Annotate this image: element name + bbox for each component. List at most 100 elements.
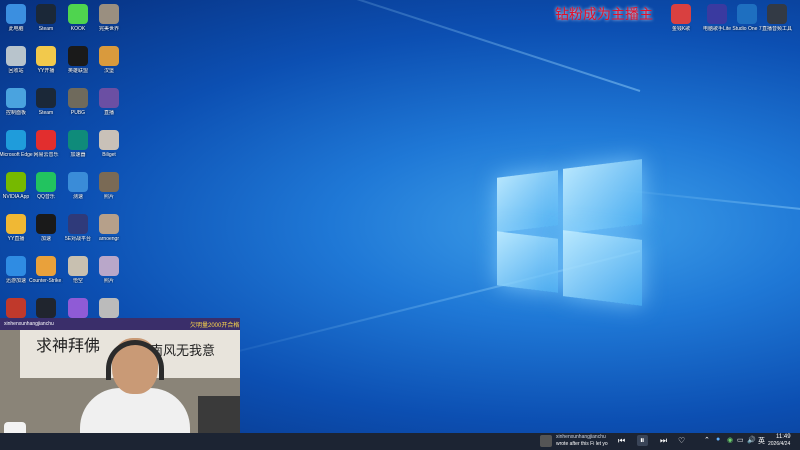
windows-logo	[497, 158, 642, 307]
webcam-caption: xinhenxunhangjianchu	[4, 321, 54, 327]
desktop-icon-7[interactable]: 汉堡	[92, 46, 126, 74]
top-right-icon-0[interactable]: 金钱K歌	[664, 4, 698, 32]
battery-icon[interactable]: ▭	[737, 436, 744, 444]
desktop-icon-21[interactable]: 加速	[29, 214, 63, 242]
desktop-icon-label: 测速	[72, 194, 83, 200]
desktop-icon-26[interactable]: 悟空	[61, 256, 95, 284]
desktop-icon-13[interactable]: 网易云音乐	[29, 130, 63, 158]
desktop-icon-15[interactable]: Biliget	[92, 130, 126, 158]
live-icon	[99, 88, 119, 108]
webcam-overlay: 求神拜佛 南风无我意	[0, 318, 240, 450]
windows-logo-pane-bl	[497, 231, 558, 293]
desktop-icon-23[interactable]: arnoengr	[92, 214, 126, 242]
top-right-icon-2[interactable]: Studio One 7	[730, 4, 764, 32]
desktop-icon-11[interactable]: 直播	[92, 88, 126, 116]
webcam-top-bar: xinhenxunhangjianchu 欠明量2000开合格	[0, 318, 240, 330]
cs2-icon	[36, 256, 56, 276]
windows-logo-pane-tr	[563, 159, 642, 234]
media-thumbnail[interactable]	[540, 435, 552, 447]
wukong-icon	[68, 256, 88, 276]
accelerator-icon	[68, 130, 88, 150]
steam-icon	[36, 88, 56, 108]
game-icon	[68, 298, 88, 318]
banner-text: 钻粉成为主播主	[555, 7, 653, 23]
desktop-icon-1[interactable]: Steam	[29, 4, 63, 32]
desktop-icon-18[interactable]: 测速	[61, 172, 95, 200]
steam-icon	[36, 4, 56, 24]
desktop-icon-label: 5E对战平台	[64, 236, 92, 242]
avatar-icon	[99, 214, 119, 234]
desktop-icon-22[interactable]: 5E对战平台	[61, 214, 95, 242]
wechat-icon[interactable]: ◉	[727, 436, 733, 444]
desktop-icon-label: PUBG	[70, 110, 86, 116]
windows-logo-pane-br	[563, 230, 642, 306]
edge-icon	[6, 130, 26, 150]
desktop-icon-label: Biliget	[102, 152, 116, 158]
league-icon	[68, 46, 88, 66]
recycle-bin-icon	[6, 46, 26, 66]
wall-calligraphy-left: 求神拜佛	[36, 336, 101, 355]
volume-icon[interactable]: 🔊	[747, 436, 756, 444]
singer-icon	[707, 4, 727, 24]
xunyou-icon	[6, 256, 26, 276]
desktop-icon-3[interactable]: 完美世界	[92, 4, 126, 32]
desktop-icon-label: 金钱K歌	[671, 26, 691, 32]
computer-icon	[6, 4, 26, 24]
clock-date[interactable]: 2026/4/24	[768, 441, 790, 447]
triangle-icon	[36, 298, 56, 318]
desktop-icon-27[interactable]: 照片	[92, 256, 126, 284]
app-icon	[99, 298, 119, 318]
desktop-icon-6[interactable]: 英雄联盟	[61, 46, 95, 74]
photo-icon	[99, 172, 119, 192]
clock-time[interactable]: 11:49	[776, 434, 791, 440]
desktop-icon-2[interactable]: KOOK	[61, 4, 95, 32]
previous-track-button[interactable]: ⏮	[618, 436, 625, 446]
heart-icon[interactable]: ♡	[678, 436, 685, 445]
next-track-button[interactable]: ⏭	[660, 436, 667, 446]
top-right-icon-1[interactable]: 电脑歌手Lite	[700, 4, 734, 32]
netease-music-icon	[36, 130, 56, 150]
windows-logo-pane-tl	[497, 170, 558, 233]
desktop-icon-19[interactable]: 照片	[92, 172, 126, 200]
chevron-up-icon[interactable]: ⌃	[704, 436, 710, 444]
media-title: xinhenxunhangjianchu	[556, 434, 606, 440]
tray-app-icon[interactable]: ●	[716, 436, 720, 443]
burger-icon	[99, 46, 119, 66]
control-panel-icon	[6, 88, 26, 108]
photo-icon	[99, 256, 119, 276]
desktop-icon-label: arnoengr	[98, 236, 119, 242]
biliget-icon	[99, 130, 119, 150]
desktop-icon-label: 汉堡	[103, 68, 114, 74]
desktop-icon-31[interactable]	[92, 298, 126, 318]
nvidia-icon	[6, 172, 26, 192]
desktop-icon-29[interactable]	[29, 298, 63, 318]
pause-button[interactable]: ⏸	[637, 435, 648, 446]
desktop-icon-label: 加速	[40, 236, 51, 242]
desktop-icon-25[interactable]: Counter-Strike 2	[29, 256, 63, 284]
desktop-icon-label: 照片	[103, 194, 114, 200]
ime-indicator[interactable]: 英	[758, 436, 765, 446]
desktop-icon-label: QQ音乐	[37, 194, 55, 200]
desktop-icon-label: 完美世界	[98, 26, 119, 32]
pubg-icon	[68, 88, 88, 108]
desktop-icon-17[interactable]: QQ音乐	[29, 172, 63, 200]
top-right-icon-3[interactable]: 直播音频工具	[760, 4, 794, 32]
desktop-icon-30[interactable]	[61, 298, 95, 318]
desktop-icon-5[interactable]: YY开播	[29, 46, 63, 74]
desktop-icon-label: 英雄联盟	[67, 68, 88, 74]
perfect-world-icon	[99, 4, 119, 24]
desktop-icon-label: Studio One 7	[732, 26, 762, 32]
app-icon	[6, 298, 26, 318]
desktop-icon-9[interactable]: Steam	[29, 88, 63, 116]
desktop-icon-label: 照片	[103, 278, 114, 284]
desktop-icon-14[interactable]: 加速器	[61, 130, 95, 158]
audio-tool-icon	[767, 4, 787, 24]
desktop-icon-10[interactable]: PUBG	[61, 88, 95, 116]
desktop-icon-label: 加速器	[70, 152, 86, 158]
desktop-icon-label: KOOK	[70, 26, 86, 32]
desktop-icon-label: 悟空	[72, 278, 83, 284]
kook-icon	[68, 4, 88, 24]
desktop-icon-label: Steam	[38, 110, 54, 116]
arrow-icon	[36, 214, 56, 234]
qq-music-icon	[36, 172, 56, 192]
